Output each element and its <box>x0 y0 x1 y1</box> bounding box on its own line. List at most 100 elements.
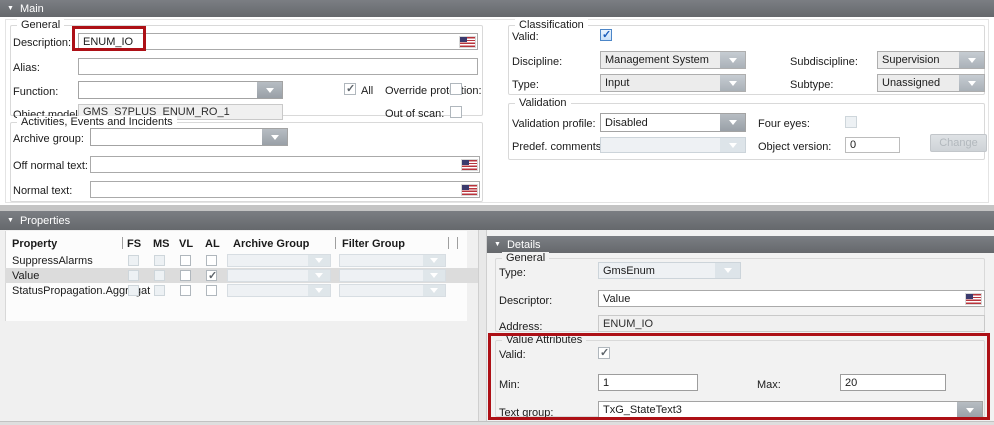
dropdown-arrow-button[interactable] <box>262 129 287 145</box>
col-al[interactable]: AL <box>205 238 220 250</box>
object-version-label: Object version: <box>758 141 831 153</box>
dropdown-arrow-button <box>423 285 445 296</box>
ms-checkbox <box>154 285 165 296</box>
col-filter-group[interactable]: Filter Group <box>342 238 405 250</box>
fs-checkbox <box>128 255 139 266</box>
vl-checkbox[interactable] <box>180 285 191 296</box>
valid-checkbox[interactable] <box>600 29 612 41</box>
details-section-header[interactable]: ▼ Details <box>487 236 994 253</box>
alias-label: Alias: <box>13 62 40 74</box>
alias-input[interactable] <box>78 58 478 75</box>
valid-label: Valid: <box>512 31 539 43</box>
main-section-header[interactable]: ▼ Main <box>0 0 994 17</box>
all-checkbox[interactable] <box>344 83 356 95</box>
ms-checkbox <box>154 255 165 266</box>
activities-groupbox-title: Activities, Events and Incidents <box>17 116 177 128</box>
editor-root: ▼ Main General Description: ENUM_IO Alia… <box>0 0 994 425</box>
column-separator <box>335 237 336 249</box>
description-highlight-box <box>72 26 146 51</box>
filter-group-cell-dropdown <box>339 284 446 297</box>
dropdown-arrow-button[interactable] <box>959 75 984 91</box>
vl-checkbox[interactable] <box>180 270 191 281</box>
ms-checkbox <box>154 270 165 281</box>
discipline-dropdown[interactable]: Management System <box>600 51 746 69</box>
archive-group-label: Archive group: <box>13 133 84 145</box>
properties-section-header[interactable]: ▼ Properties <box>0 211 994 230</box>
out-of-scan-label: Out of scan: <box>385 108 444 120</box>
all-label: All <box>361 85 373 97</box>
validation-profile-label: Validation profile: <box>512 118 596 130</box>
al-checkbox[interactable] <box>206 270 217 281</box>
archive-group-cell-dropdown <box>227 269 331 282</box>
collapse-triangle-icon: ▼ <box>494 241 501 248</box>
subdiscipline-label: Subdiscipline: <box>790 56 858 68</box>
al-checkbox[interactable] <box>206 255 217 266</box>
out-of-scan-checkbox[interactable] <box>450 106 462 118</box>
discipline-label: Discipline: <box>512 56 562 68</box>
subtype-dropdown[interactable]: Unassigned <box>877 74 985 92</box>
us-flag-icon <box>462 185 477 195</box>
col-archive-group[interactable]: Archive Group <box>233 238 309 250</box>
four-eyes-label: Four eyes: <box>758 118 810 130</box>
value-attributes-highlight-box <box>488 333 990 420</box>
normal-text-label: Normal text: <box>13 185 72 197</box>
dropdown-arrow-button <box>308 285 330 296</box>
dropdown-arrow-button <box>423 255 445 266</box>
off-normal-text-label: Off normal text: <box>13 160 88 172</box>
classification-groupbox-title: Classification <box>515 19 588 31</box>
address-label: Address: <box>499 321 542 333</box>
predef-comments-dropdown <box>600 137 746 153</box>
descriptor-input[interactable]: Value <box>598 290 985 307</box>
vl-checkbox[interactable] <box>180 255 191 266</box>
predef-comments-label: Predef. comments: <box>512 141 604 153</box>
normal-text-input[interactable] <box>90 181 480 198</box>
dropdown-arrow-button <box>715 263 740 278</box>
property-name: SuppressAlarms <box>12 255 93 267</box>
al-checkbox[interactable] <box>206 285 217 296</box>
off-normal-text-input[interactable] <box>90 156 480 173</box>
column-separator <box>448 237 449 249</box>
dropdown-arrow-button <box>720 138 745 152</box>
dropdown-arrow-button <box>308 255 330 266</box>
object-version-field: 0 <box>845 137 900 153</box>
main-section-title: Main <box>20 3 44 15</box>
function-label: Function: <box>13 86 58 98</box>
fs-checkbox <box>128 270 139 281</box>
property-name: Value <box>12 270 39 282</box>
dropdown-arrow-button[interactable] <box>720 75 745 91</box>
descriptor-label: Descriptor: <box>499 295 552 307</box>
function-dropdown[interactable] <box>78 81 283 99</box>
archive-group-cell-dropdown <box>227 284 331 297</box>
archive-group-cell-dropdown <box>227 254 331 267</box>
change-button[interactable]: Change <box>930 134 987 152</box>
column-separator <box>457 237 458 249</box>
subtype-label: Subtype: <box>790 79 833 91</box>
dropdown-arrow-button[interactable] <box>720 114 745 131</box>
us-flag-icon <box>460 37 475 47</box>
override-protection-checkbox[interactable] <box>450 83 462 95</box>
validation-profile-dropdown[interactable]: Disabled <box>600 113 746 132</box>
filter-group-cell-dropdown <box>339 269 446 282</box>
filter-group-cell-dropdown <box>339 254 446 267</box>
bottom-edge-strip <box>0 421 994 425</box>
col-property[interactable]: Property <box>12 238 57 250</box>
description-label: Description: <box>13 37 71 49</box>
dropdown-arrow-button[interactable] <box>257 82 282 98</box>
details-type-label: Type: <box>499 267 526 279</box>
col-fs[interactable]: FS <box>127 238 141 250</box>
dropdown-arrow-button[interactable] <box>959 52 984 68</box>
panel-splitter[interactable] <box>478 230 487 425</box>
archive-group-dropdown[interactable] <box>90 128 288 146</box>
details-general-title: General <box>502 252 549 264</box>
dropdown-arrow-button[interactable] <box>720 52 745 68</box>
validation-groupbox-title: Validation <box>515 97 571 109</box>
col-vl[interactable]: VL <box>179 238 193 250</box>
address-field: ENUM_IO <box>598 315 985 332</box>
us-flag-icon <box>966 294 981 304</box>
col-ms[interactable]: MS <box>153 238 170 250</box>
fs-checkbox <box>128 285 139 296</box>
type-dropdown[interactable]: Input <box>600 74 746 92</box>
subdiscipline-dropdown[interactable]: Supervision <box>877 51 985 69</box>
collapse-triangle-icon: ▼ <box>7 5 14 12</box>
collapse-triangle-icon: ▼ <box>7 217 14 224</box>
